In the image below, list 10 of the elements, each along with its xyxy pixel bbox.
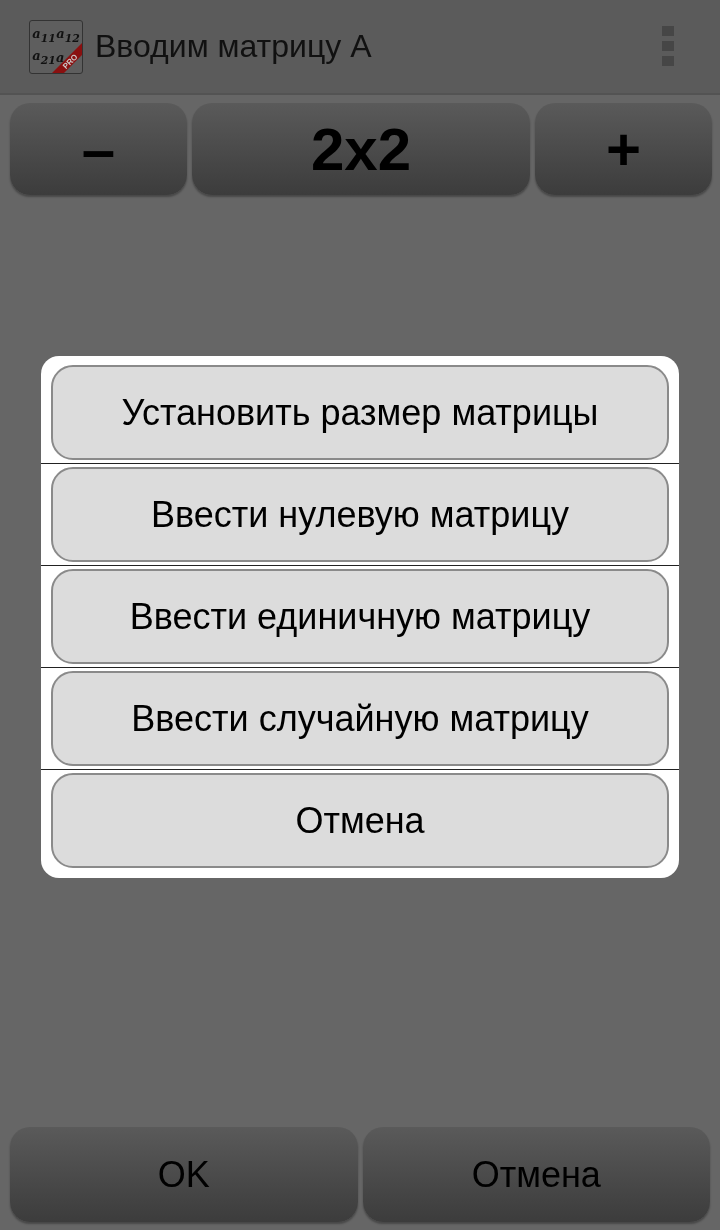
logo-text: a [56, 51, 65, 64]
menu-option[interactable]: Ввести случайную матрицу [51, 671, 669, 766]
logo-text: a$_{21}$ [32, 48, 56, 67]
menu-option[interactable]: Ввести единичную матрицу [51, 569, 669, 664]
menu-option[interactable]: Отмена [51, 773, 669, 868]
menu-option[interactable]: Ввести нулевую матрицу [51, 467, 669, 562]
logo-text: a$_{11}$ [32, 26, 56, 45]
screen-title: Вводим матрицу A [95, 28, 373, 65]
logo-text: a$_{12}$ [56, 26, 80, 45]
menu-option[interactable]: Установить размер матрицы [51, 365, 669, 460]
